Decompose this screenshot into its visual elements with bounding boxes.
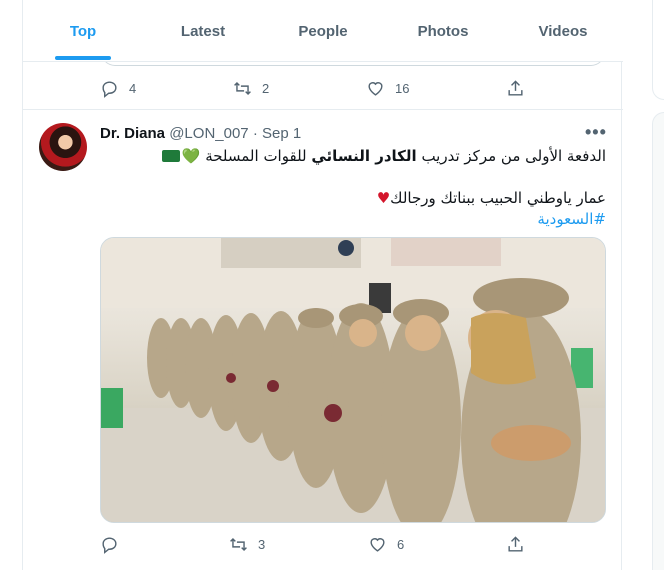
retweet-count: 2 bbox=[262, 81, 270, 96]
like-count: 6 bbox=[397, 537, 405, 552]
tab-people-label: People bbox=[298, 22, 348, 40]
tweet-text-bold: الكادر النسائي bbox=[311, 147, 417, 165]
reply-icon bbox=[102, 81, 117, 98]
timeline-column: Top Latest People Photos Videos 4 2 16 D… bbox=[22, 0, 623, 570]
tab-latest-label: Latest bbox=[180, 22, 226, 40]
retweet-icon bbox=[234, 81, 251, 96]
avatar[interactable] bbox=[39, 123, 87, 171]
reply-button[interactable]: 4 bbox=[100, 79, 136, 98]
share-button[interactable] bbox=[506, 79, 525, 98]
reply-button[interactable] bbox=[100, 535, 129, 554]
tweet-text-segment: عمار ياوطني الحبيب ببناتك ورجالك bbox=[390, 189, 606, 207]
reply-icon bbox=[102, 537, 117, 554]
retweet-button[interactable]: 2 bbox=[233, 79, 269, 98]
like-button[interactable]: 16 bbox=[366, 79, 409, 98]
tweet-text: الدفعة الأولى من مركز تدريب الكادر النسا… bbox=[100, 146, 606, 230]
tweet-text-segment: للقوات المسلحة bbox=[200, 147, 312, 165]
red-heart-emoji: ♥ bbox=[376, 189, 391, 207]
share-icon bbox=[508, 536, 523, 552]
tweet-text-line-2: عمار ياوطني الحبيب ببناتك ورجالك♥ bbox=[100, 188, 606, 209]
tab-top[interactable]: Top bbox=[23, 0, 143, 62]
more-icon[interactable]: ••• bbox=[585, 122, 607, 143]
tab-videos-label: Videos bbox=[538, 22, 588, 40]
tweet-date[interactable]: Sep 1 bbox=[262, 125, 301, 142]
like-count: 16 bbox=[395, 81, 410, 96]
retweet-button[interactable]: 3 bbox=[229, 535, 265, 554]
like-icon bbox=[368, 82, 383, 96]
tab-photos[interactable]: Photos bbox=[383, 0, 503, 62]
tweet-divider bbox=[23, 109, 623, 110]
search-tabs: Top Latest People Photos Videos bbox=[23, 0, 623, 62]
tab-top-label: Top bbox=[69, 22, 97, 40]
tweet-header: Dr. Diana @LON_007 · Sep 1 bbox=[100, 125, 301, 142]
right-panel-edge bbox=[652, 0, 664, 100]
retweet-count: 3 bbox=[258, 537, 266, 552]
like-button[interactable]: 6 bbox=[368, 535, 404, 554]
right-panel-edge-lower bbox=[652, 112, 664, 570]
author-name[interactable]: Dr. Diana bbox=[100, 125, 165, 142]
tweet-text-segment: الدفعة الأولى من مركز تدريب bbox=[416, 147, 606, 165]
tweet-photo[interactable] bbox=[100, 237, 606, 523]
tab-photos-label: Photos bbox=[417, 22, 469, 40]
tab-people[interactable]: People bbox=[263, 0, 383, 62]
photo-illustration bbox=[101, 238, 605, 522]
tab-latest[interactable]: Latest bbox=[143, 0, 263, 62]
tweet-text-line-1: الدفعة الأولى من مركز تدريب الكادر النسا… bbox=[100, 146, 606, 167]
active-tab-indicator bbox=[55, 56, 111, 60]
reply-count: 4 bbox=[129, 81, 137, 96]
saudi-flag-icon bbox=[161, 150, 180, 162]
share-button[interactable] bbox=[506, 535, 525, 554]
tweet-actions: 3 6 bbox=[100, 535, 606, 555]
author-handle[interactable]: @LON_007 bbox=[169, 125, 248, 142]
separator-dot: · bbox=[252, 125, 258, 142]
tab-videos[interactable]: Videos bbox=[503, 0, 623, 62]
retweet-icon bbox=[230, 537, 247, 552]
green-heart-emoji: 💚 bbox=[181, 147, 201, 165]
like-icon bbox=[370, 538, 385, 552]
previous-tweet-actions: 4 2 16 bbox=[100, 79, 606, 99]
hashtag-link[interactable]: #السعودية bbox=[100, 209, 606, 230]
share-icon bbox=[508, 80, 523, 96]
